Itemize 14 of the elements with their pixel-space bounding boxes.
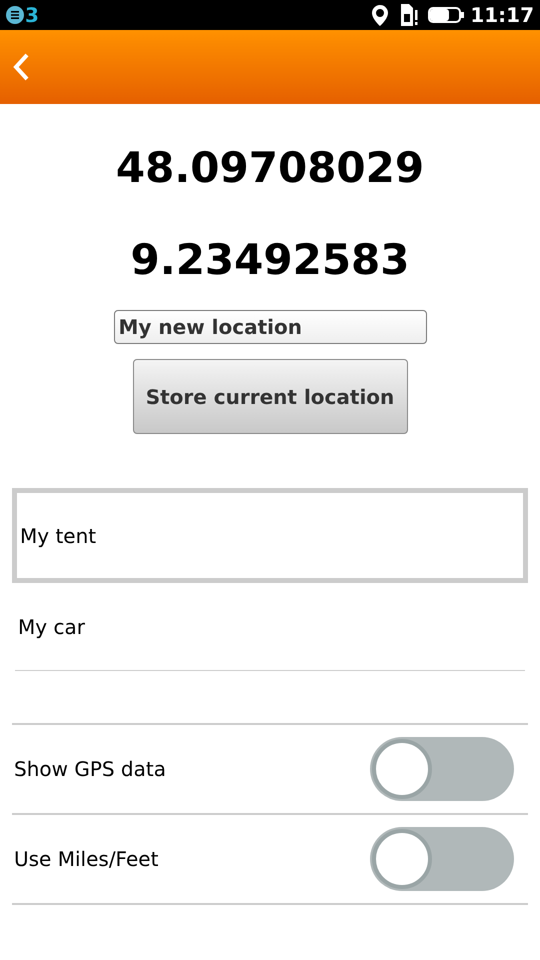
location-item[interactable]: My car [15, 583, 525, 671]
setting-label: Show GPS data [14, 756, 166, 783]
battery-icon [428, 7, 464, 23]
location-item[interactable]: My tent [12, 488, 528, 583]
location-pin-icon [372, 4, 388, 26]
longitude: 9.23492583 [130, 234, 410, 286]
latitude: 48.09708029 [116, 142, 424, 194]
notification-count: 3 [25, 5, 39, 25]
sim-card-icon [400, 4, 420, 26]
store-location-button[interactable]: Store current location [132, 359, 408, 434]
location-name-field[interactable]: My new location [114, 310, 426, 344]
notification-icon [6, 6, 24, 24]
setting-label: Use Miles/Feet [14, 846, 158, 873]
clock: 11:17 [470, 5, 534, 25]
